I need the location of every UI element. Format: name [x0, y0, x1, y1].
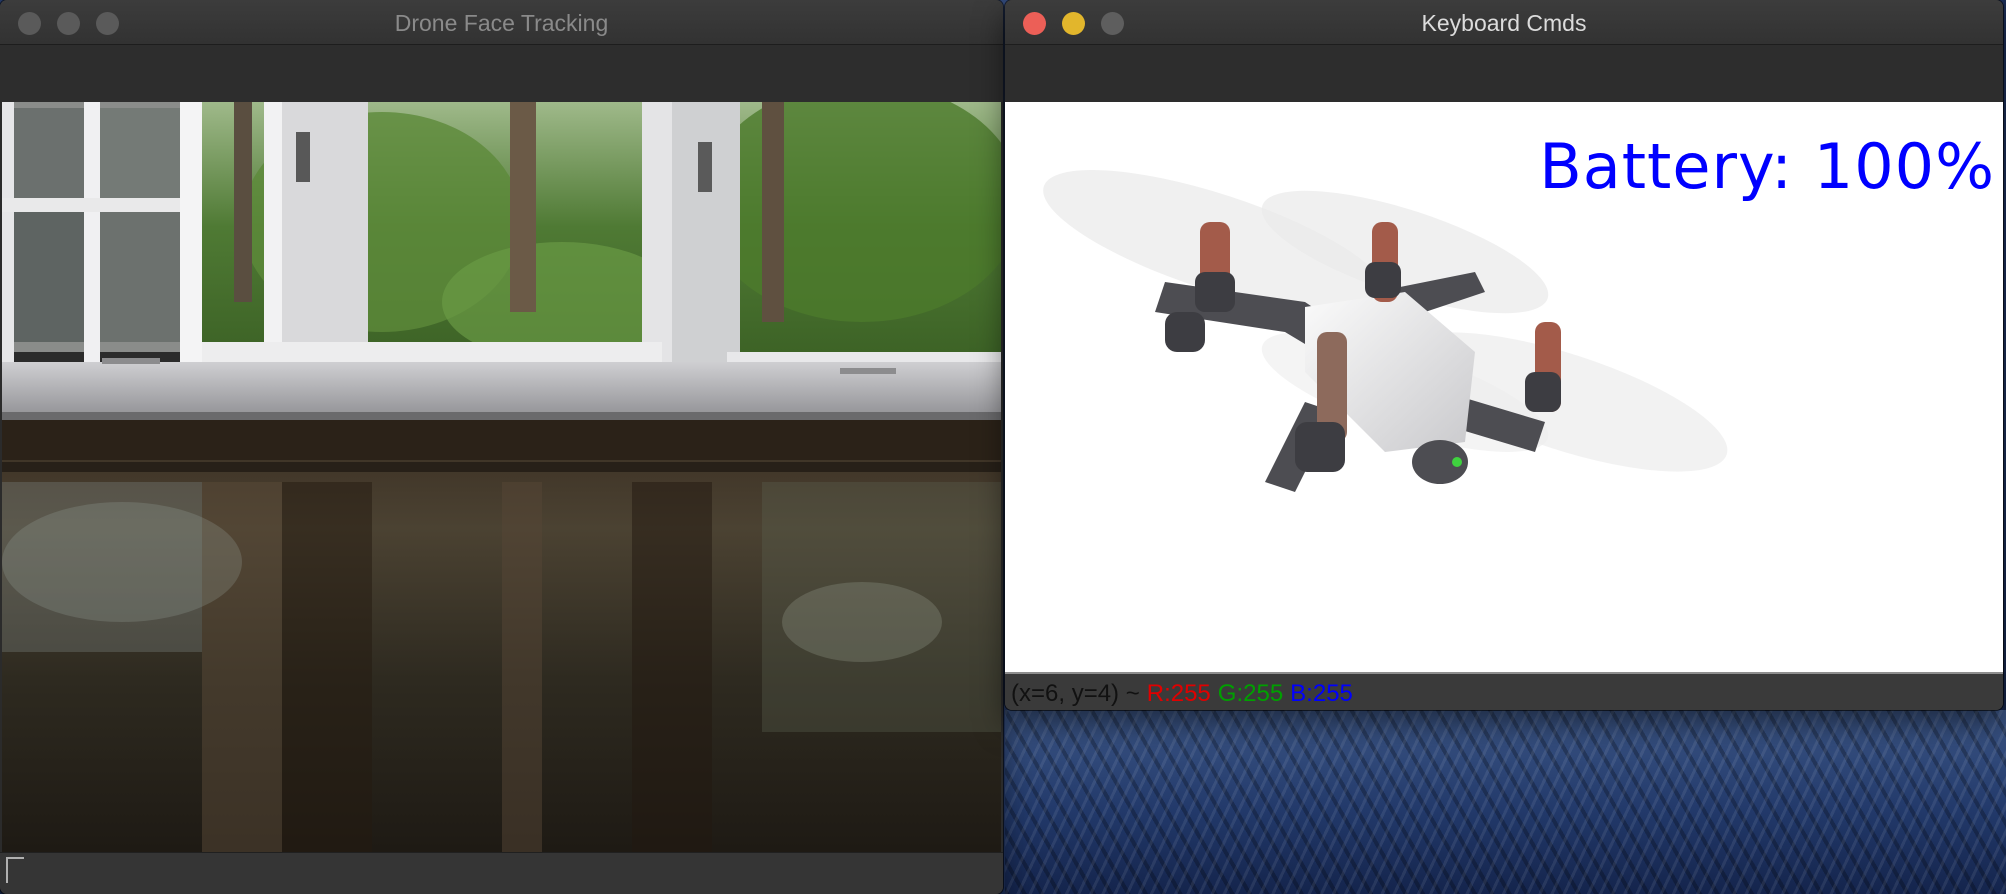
status-bar: (x=6, y=4) ~ R:255 G:255 B:255 [1005, 672, 2003, 710]
window-title: Drone Face Tracking [394, 10, 609, 36]
image-view[interactable]: Battery: 100% [1005, 102, 2003, 672]
toolbar [1005, 45, 2003, 102]
titlebar[interactable]: Drone Face Tracking [0, 0, 1003, 45]
pixel-red-value: R:255 [1146, 680, 1211, 707]
pixel-coords: (x=6, y=4) ~ [1011, 680, 1140, 707]
pixel-blue-value: B:255 [1290, 680, 1353, 707]
window-title: Keyboard Cmds [1421, 10, 1587, 36]
camera-feed [2, 102, 1001, 852]
battery-overlay: Battery: 100% [1539, 130, 1995, 203]
window-keyboard-cmds[interactable]: Keyboard Cmds Battery: 100% (x=6, y=4) ~… [1005, 0, 2003, 710]
pixel-green-value: G:255 [1217, 680, 1284, 707]
toolbar [0, 45, 1003, 102]
pixel-info: (x=6, y=4) ~ R:255 G:255 B:255 [1011, 680, 1360, 708]
resize-grip-icon[interactable] [6, 857, 24, 883]
desktop-wallpaper [1005, 710, 2006, 894]
titlebar[interactable]: Keyboard Cmds [1005, 0, 2003, 45]
status-bar [0, 852, 1003, 894]
window-drone-face-tracking[interactable]: Drone Face Tracking [0, 0, 1003, 894]
